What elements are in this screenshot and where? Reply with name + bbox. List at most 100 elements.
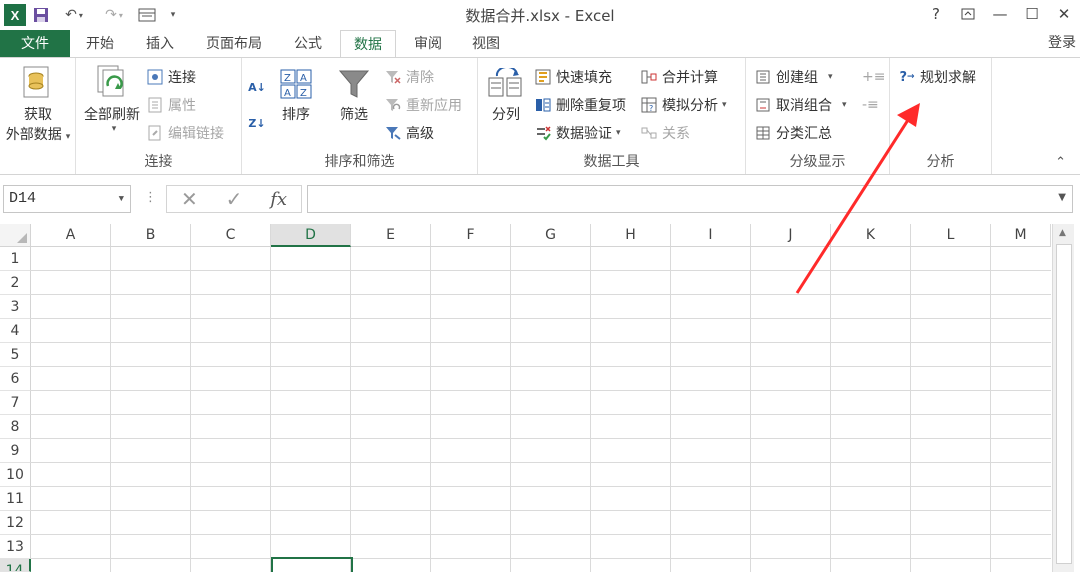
tab-insert[interactable]: 插入	[134, 30, 186, 58]
flash-fill-icon	[534, 68, 552, 86]
remove-duplicates-button[interactable]: 删除重复项	[534, 94, 626, 116]
help-button[interactable]: ?	[920, 0, 952, 28]
name-box[interactable]: D14 ▼	[3, 185, 131, 213]
advanced-filter-button[interactable]: 高级	[384, 122, 434, 144]
redo-icon[interactable]: ↷ ▾	[96, 4, 132, 26]
tab-view[interactable]: 视图	[460, 30, 512, 58]
row-header-14[interactable]: 14	[0, 559, 31, 572]
vertical-scrollbar[interactable]: ▲	[1052, 224, 1074, 572]
formula-input[interactable]: ▼	[307, 185, 1073, 213]
filter-button[interactable]: 筛选	[332, 68, 376, 124]
ungroup-button[interactable]: 取消组合 ▾	[754, 94, 847, 116]
column-header-e[interactable]: E	[351, 224, 431, 247]
flash-fill-button[interactable]: 快速填充	[534, 66, 612, 88]
maximize-icon[interactable]: ☐	[1016, 0, 1048, 28]
column-header-d[interactable]: D	[271, 224, 351, 247]
column-header-h[interactable]: H	[591, 224, 671, 247]
sort-button[interactable]: ZAAZ 排序	[274, 68, 318, 124]
row-header-8[interactable]: 8	[0, 415, 31, 439]
column-header-g[interactable]: G	[511, 224, 591, 247]
column-header-l[interactable]: L	[911, 224, 991, 247]
sort-descending-button[interactable]: Z↓	[248, 112, 270, 134]
advanced-label: 高级	[406, 126, 434, 142]
active-cell-d14[interactable]	[271, 557, 353, 572]
row-header-5[interactable]: 5	[0, 343, 31, 367]
tab-data[interactable]: 数据	[340, 30, 396, 59]
tab-page-layout[interactable]: 页面布局	[196, 30, 272, 58]
insert-function-icon[interactable]: fx	[270, 189, 287, 210]
get-external-data-button[interactable]: 获取 外部数据 ▾	[2, 64, 74, 144]
tab-review[interactable]: 审阅	[402, 30, 454, 58]
reapply-button[interactable]: 重新应用	[384, 94, 462, 116]
cancel-icon[interactable]: ✕	[181, 187, 198, 211]
row-header-7[interactable]: 7	[0, 391, 31, 415]
undo-icon[interactable]: ↶ ▾	[56, 4, 92, 26]
reapply-icon	[384, 96, 402, 114]
connections-button[interactable]: 连接	[146, 66, 196, 88]
tab-formulas[interactable]: 公式	[282, 30, 334, 58]
row-header-12[interactable]: 12	[0, 511, 31, 535]
advanced-filter-icon	[384, 124, 402, 142]
scroll-up-icon[interactable]: ▲	[1059, 228, 1066, 238]
remove-duplicates-icon	[534, 96, 552, 114]
ribbon-display-options-icon[interactable]	[952, 0, 984, 28]
customize-qat-icon[interactable]: ▾	[162, 4, 184, 26]
edit-links-button[interactable]: 编辑链接	[146, 122, 224, 144]
column-header-m[interactable]: M	[991, 224, 1051, 247]
svg-text:A: A	[300, 73, 307, 84]
collapse-ribbon-icon[interactable]: ⌃	[1055, 155, 1066, 170]
formula-bar-grip-icon[interactable]: ⋮	[144, 190, 157, 205]
column-header-j[interactable]: J	[751, 224, 831, 247]
scrollbar-thumb[interactable]	[1056, 244, 1072, 564]
refresh-all-button[interactable]: 全部刷新 ▾	[78, 64, 146, 134]
row-header-6[interactable]: 6	[0, 367, 31, 391]
group-button[interactable]: 创建组 ▾	[754, 66, 833, 88]
row-header-11[interactable]: 11	[0, 487, 31, 511]
data-validation-button[interactable]: 数据验证 ▾	[534, 122, 621, 144]
row-header-1[interactable]: 1	[0, 247, 31, 271]
row-header-3[interactable]: 3	[0, 295, 31, 319]
what-if-analysis-button[interactable]: ? 模拟分析 ▾	[640, 94, 727, 116]
excel-app-icon[interactable]: X	[4, 4, 26, 26]
sort-ascending-button[interactable]: A↓	[248, 76, 270, 98]
hide-detail-icon[interactable]: -≡	[862, 94, 879, 116]
row-header-4[interactable]: 4	[0, 319, 31, 343]
relationships-button[interactable]: 关系	[640, 122, 690, 144]
form-icon[interactable]	[136, 4, 158, 26]
text-to-columns-button[interactable]: 分列	[484, 66, 528, 124]
name-box-dropdown-icon[interactable]: ▼	[119, 186, 124, 212]
expand-formula-bar-icon[interactable]: ▼	[1058, 192, 1066, 203]
svg-text:?: ?	[649, 104, 653, 113]
consolidate-button[interactable]: 合并计算	[640, 66, 718, 88]
select-all-button[interactable]	[0, 224, 31, 247]
solver-button[interactable]: ? → 规划求解	[898, 66, 976, 88]
solver-label: 规划求解	[920, 70, 976, 86]
row-header-13[interactable]: 13	[0, 535, 31, 559]
column-header-c[interactable]: C	[191, 224, 271, 247]
sort-label: 排序	[282, 107, 310, 123]
sign-in-link[interactable]: 登录	[1048, 30, 1076, 56]
column-header-a[interactable]: A	[31, 224, 111, 247]
subtotal-button[interactable]: 分类汇总	[754, 122, 832, 144]
column-header-f[interactable]: F	[431, 224, 511, 247]
row-header-9[interactable]: 9	[0, 439, 31, 463]
save-icon[interactable]	[30, 4, 52, 26]
enter-icon[interactable]: ✓	[226, 187, 243, 211]
refresh-dropdown-icon[interactable]: ▾	[82, 124, 146, 134]
column-header-i[interactable]: I	[671, 224, 751, 247]
title-bar: X ↶ ▾ ↷ ▾ ▾ 数据合并.xlsx - Excel ? — ☐ ✕	[0, 0, 1080, 30]
row-header-10[interactable]: 10	[0, 463, 31, 487]
reapply-label: 重新应用	[406, 98, 462, 114]
clear-filter-button[interactable]: 清除	[384, 66, 434, 88]
minimize-icon[interactable]: —	[984, 0, 1016, 28]
column-header-b[interactable]: B	[111, 224, 191, 247]
tab-home[interactable]: 开始	[74, 30, 126, 58]
row-header-2[interactable]: 2	[0, 271, 31, 295]
column-header-k[interactable]: K	[831, 224, 911, 247]
tab-file[interactable]: 文件	[0, 30, 70, 58]
properties-button[interactable]: 属性	[146, 94, 196, 116]
cell-area[interactable]	[31, 247, 1051, 572]
group-data-tools: 分列 快速填充 删除重复项 数据验证 ▾ 合并计算 ? 模拟分析 ▾ 关系 数据工具	[478, 58, 746, 174]
show-detail-icon[interactable]: +≡	[862, 66, 885, 88]
close-icon[interactable]: ✕	[1048, 0, 1080, 28]
